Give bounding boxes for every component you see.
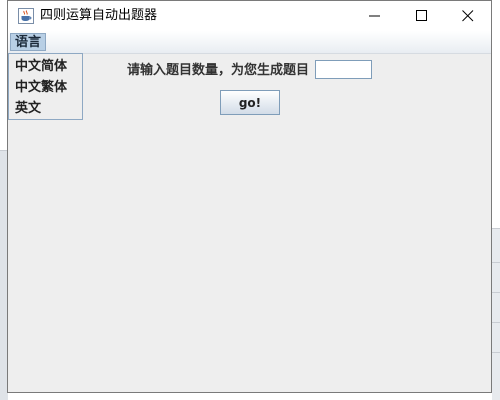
close-button[interactable] [445, 1, 491, 31]
background-divider [492, 228, 500, 229]
menu-item-simplified-chinese[interactable]: 中文简体 [15, 59, 67, 75]
maximize-button[interactable] [399, 1, 445, 31]
minimize-button[interactable] [352, 1, 398, 31]
go-button[interactable]: go! [220, 90, 280, 115]
background-divider [492, 292, 500, 293]
window-title: 四则运算自动出题器 [40, 8, 158, 23]
menu-item-traditional-chinese[interactable]: 中文繁体 [15, 80, 67, 96]
close-icon [462, 10, 474, 22]
background-divider [492, 352, 500, 353]
maximize-icon [416, 10, 427, 21]
title-bar[interactable]: 四则运算自动出题器 [8, 1, 491, 31]
background-divider [492, 262, 500, 263]
question-count-input[interactable] [315, 60, 372, 79]
menu-language[interactable]: 语言 [10, 33, 47, 51]
java-cup-icon [18, 8, 34, 24]
menu-item-english[interactable]: 英文 [15, 101, 41, 117]
menu-bar: 语言 [8, 31, 491, 54]
question-count-label: 请输入题目数量，为您生成题目 [127, 63, 310, 78]
language-dropdown-menu: 中文简体 中文繁体 英文 [8, 53, 83, 120]
minimize-icon [369, 15, 380, 17]
app-window: 四则运算自动出题器 语言 中文简体 中文繁体 英文 请输入题目数量，为您生成题目… [7, 0, 492, 393]
background-divider [492, 322, 500, 323]
background-app-right-panel [492, 228, 500, 400]
